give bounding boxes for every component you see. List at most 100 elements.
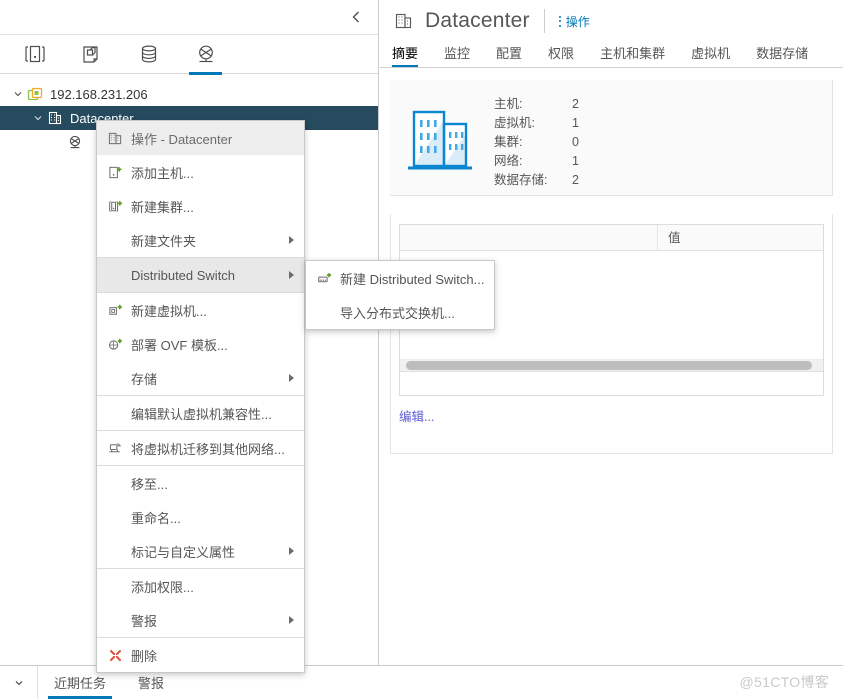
menu-item-label: 编辑默认虚拟机兼容性... <box>131 406 272 422</box>
datacenter-icon <box>394 10 416 32</box>
tree-item-vcenter[interactable]: 192.168.231.206 <box>0 82 378 106</box>
stat-label: 数据存储: <box>494 173 548 187</box>
actions-button[interactable]: 操作 <box>558 13 590 30</box>
menu-item-label: Distributed Switch <box>131 267 236 283</box>
menu-item-migrate-vms-to-another-network[interactable]: 将虚拟机迁移到其他网络... <box>97 431 304 465</box>
menu-item-label: 移至... <box>131 476 168 492</box>
chevron-right-icon <box>289 236 294 244</box>
custom-attributes-card: 值 编辑... <box>390 214 833 454</box>
column-header-attribute[interactable] <box>400 225 658 251</box>
stat-value: 0 <box>572 135 579 149</box>
stat-value: 1 <box>572 116 579 130</box>
object-header: Datacenter 操作 <box>380 0 843 42</box>
datacenter-building-icon <box>396 90 486 185</box>
submenu-item-import-distributed-switch[interactable]: 导入分布式交换机... <box>306 295 494 329</box>
inventory-view-tabs <box>0 35 378 75</box>
tab-datastores[interactable]: 数据存储 <box>756 43 808 67</box>
datacenter-icon <box>105 130 125 146</box>
menu-item-label: 新建文件夹 <box>131 233 197 249</box>
submenu-item-label: 导入分布式交换机... <box>340 305 455 321</box>
tab-monitor[interactable]: 监控 <box>444 43 470 67</box>
delete-icon <box>105 647 125 663</box>
vsphere-client-window: 192.168.231.206 Datacenter Datacenter 操作… <box>0 0 843 699</box>
menu-item-move-to[interactable]: 移至... <box>97 466 304 500</box>
menu-item-new-vm[interactable]: 新建虚拟机... <box>97 293 304 327</box>
network-icon <box>66 133 84 151</box>
column-header-value[interactable]: 值 <box>658 225 823 251</box>
menu-item-add-permission[interactable]: 添加权限... <box>97 569 304 603</box>
hosts-clusters-icon[interactable] <box>6 35 63 74</box>
menu-item-label: 重命名... <box>131 510 181 526</box>
chevron-down-icon[interactable] <box>30 110 46 126</box>
tab-hosts-and-clusters[interactable]: 主机和集群 <box>600 43 665 67</box>
summary-stats: 主机: 2 虚拟机: 1 集群: 0 网络: 1 数据存储: 2 <box>494 90 600 190</box>
stat-clusters: 集群: 0 <box>494 133 600 152</box>
table-footer <box>400 371 823 395</box>
menu-item-label: 标记与自定义属性 <box>131 544 236 560</box>
stat-datastores: 数据存储: 2 <box>494 171 600 190</box>
scrollbar-thumb[interactable] <box>406 361 813 370</box>
table-header-row: 值 <box>400 225 823 251</box>
context-menu-header: 操作 - Datacenter <box>97 121 304 155</box>
menu-item-delete[interactable]: 删除 <box>97 638 304 672</box>
menu-item-new-folder[interactable]: 新建文件夹 <box>97 223 304 257</box>
chevron-down-icon[interactable] <box>10 86 26 102</box>
stat-value: 2 <box>572 173 579 187</box>
submenu-item-label: 新建 Distributed Switch... <box>340 271 485 287</box>
tab-permissions[interactable]: 权限 <box>548 43 574 67</box>
page-title: Datacenter <box>425 9 530 32</box>
chevron-right-icon <box>289 271 294 279</box>
menu-item-label: 新建集群... <box>131 199 194 215</box>
divider <box>543 9 545 33</box>
stat-label: 网络: <box>494 154 523 168</box>
vms-templates-icon[interactable] <box>63 35 120 74</box>
add-host-icon <box>105 164 125 180</box>
tab-configure[interactable]: 配置 <box>496 43 522 67</box>
chevron-left-icon[interactable] <box>346 7 366 27</box>
menu-item-storage[interactable]: 存储 <box>97 361 304 395</box>
submenu-item-new-distributed-switch[interactable]: 新建 Distributed Switch... <box>306 261 494 295</box>
menu-item-label: 添加主机... <box>131 165 194 181</box>
menu-item-new-cluster[interactable]: 新建集群... <box>97 189 304 223</box>
menu-item-distributed-switch[interactable]: Distributed Switch <box>97 258 304 292</box>
menu-item-deploy-ovf-template[interactable]: 部署 OVF 模板... <box>97 327 304 361</box>
stat-hosts: 主机: 2 <box>494 95 600 114</box>
distributed-switch-submenu: 新建 Distributed Switch... 导入分布式交换机... <box>305 260 495 330</box>
menu-item-alarms[interactable]: 警报 <box>97 603 304 637</box>
navigator-topbar <box>0 0 378 35</box>
tab-summary[interactable]: 摘要 <box>392 43 419 67</box>
networking-icon[interactable] <box>177 35 234 75</box>
stat-value: 1 <box>572 154 579 168</box>
watermark: @51CTO博客 <box>739 674 829 690</box>
chevron-right-icon <box>289 616 294 624</box>
stat-vms: 虚拟机: 1 <box>494 114 600 133</box>
vcenter-icon <box>26 85 44 103</box>
tab-vms[interactable]: 虚拟机 <box>691 43 730 67</box>
stat-label: 主机: <box>494 97 523 111</box>
storage-icon[interactable] <box>120 35 177 74</box>
menu-item-label: 添加权限... <box>131 579 194 595</box>
menu-item-label: 警报 <box>131 613 158 629</box>
chevron-right-icon <box>289 547 294 555</box>
menu-item-label: 删除 <box>131 648 158 664</box>
datacenter-icon <box>46 109 64 127</box>
content-pane: Datacenter 操作 摘要 监控 配置 权限 主机和集群 虚拟机 数据存储 <box>380 0 843 699</box>
chevron-right-icon <box>289 374 294 382</box>
context-menu-header-label: 操作 - Datacenter <box>131 131 233 147</box>
context-menu: 操作 - Datacenter 添加主机... 新建集群... 新建文件夹 Di… <box>96 120 305 673</box>
menu-item-edit-default-vm-compatibility[interactable]: 编辑默认虚拟机兼容性... <box>97 396 304 430</box>
menu-item-add-host[interactable]: 添加主机... <box>97 155 304 189</box>
new-vm-icon <box>105 302 125 318</box>
chevron-down-icon[interactable] <box>0 666 38 699</box>
stat-networks: 网络: 1 <box>494 152 600 171</box>
summary-card: 主机: 2 虚拟机: 1 集群: 0 网络: 1 数据存储: 2 <box>390 80 833 196</box>
migrate-vm-icon <box>105 440 125 456</box>
horizontal-scrollbar[interactable] <box>400 359 823 371</box>
new-cluster-icon <box>105 198 125 214</box>
menu-item-label: 将虚拟机迁移到其他网络... <box>131 441 285 457</box>
menu-item-rename[interactable]: 重命名... <box>97 500 304 534</box>
tree-item-label: 192.168.231.206 <box>50 86 148 102</box>
menu-item-tags-and-custom-attributes[interactable]: 标记与自定义属性 <box>97 534 304 568</box>
stat-label: 虚拟机: <box>494 116 535 130</box>
edit-link[interactable]: 编辑... <box>399 406 434 425</box>
